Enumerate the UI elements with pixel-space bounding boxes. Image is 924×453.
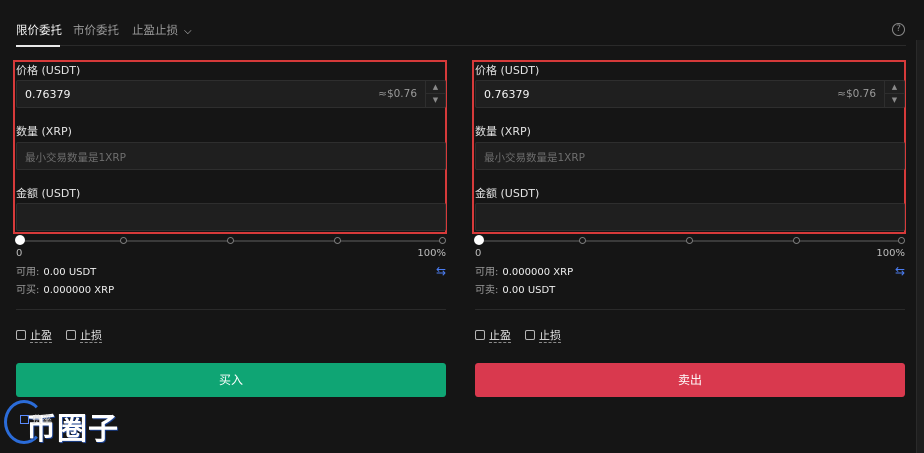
active-tab-indicator bbox=[16, 45, 60, 47]
price-label: 价格 (USDT) bbox=[16, 64, 81, 77]
help-icon[interactable]: ? bbox=[892, 23, 905, 36]
stepper-down-icon[interactable]: ▼ bbox=[885, 94, 904, 107]
chevron-down-icon: ⌵ bbox=[184, 26, 192, 37]
amount-input[interactable]: 最小交易数量是1XRP bbox=[475, 142, 905, 170]
amount-placeholder: 最小交易数量是1XRP bbox=[484, 152, 586, 164]
price-label: 价格 (USDT) bbox=[475, 64, 540, 77]
take-profit-checkbox[interactable]: 止盈 bbox=[475, 327, 511, 343]
sell-button[interactable]: 卖出 bbox=[475, 363, 905, 397]
can-sell-value: 0.00 USDT bbox=[502, 285, 556, 296]
divider bbox=[16, 309, 446, 310]
slider-mark-100[interactable] bbox=[439, 237, 446, 244]
checkbox-icon bbox=[475, 330, 485, 340]
price-approx: ≈$0.76 bbox=[378, 88, 417, 100]
price-input[interactable]: 0.76379 ≈$0.76 ▲ ▼ bbox=[475, 80, 905, 108]
available-balance: 可用: 0.00 USDT bbox=[16, 263, 96, 278]
slider-mark-25[interactable] bbox=[579, 237, 586, 244]
can-buy: 可买: 0.000000 XRP bbox=[16, 281, 114, 296]
scrollbar[interactable] bbox=[916, 40, 924, 453]
slider-max-label: 100% bbox=[876, 248, 905, 259]
can-sell: 可卖: 0.00 USDT bbox=[475, 281, 555, 296]
available-label: 可用: bbox=[475, 267, 499, 278]
available-value: 0.00 USDT bbox=[43, 267, 97, 278]
order-type-tabs: 限价委托 市价委托 止盈止损 ⌵ bbox=[16, 14, 906, 47]
checkbox-icon bbox=[66, 330, 76, 340]
slider-mark-50[interactable] bbox=[686, 237, 693, 244]
fee-link[interactable]: 费率 bbox=[20, 411, 52, 426]
transfer-icon[interactable]: ⇆ bbox=[895, 264, 905, 278]
fee-icon bbox=[20, 415, 29, 424]
take-profit-checkbox[interactable]: 止盈 bbox=[16, 327, 52, 343]
amount-placeholder: 最小交易数量是1XRP bbox=[25, 152, 127, 164]
checkbox-icon bbox=[525, 330, 535, 340]
slider-min-label: 0 bbox=[475, 248, 482, 259]
amount-slider[interactable] bbox=[15, 235, 446, 247]
buy-button[interactable]: 买入 bbox=[16, 363, 446, 397]
amount-slider[interactable] bbox=[474, 235, 905, 247]
available-balance: 可用: 0.000000 XRP bbox=[475, 263, 573, 278]
slider-mark-25[interactable] bbox=[120, 237, 127, 244]
slider-mark-50[interactable] bbox=[227, 237, 234, 244]
price-stepper[interactable]: ▲ ▼ bbox=[884, 81, 904, 107]
fee-label: 费率 bbox=[32, 415, 52, 426]
stepper-up-icon[interactable]: ▲ bbox=[885, 81, 904, 94]
buy-panel: 价格 (USDT) 0.76379 ≈$0.76 ▲ ▼ 数量 (XRP) 最小… bbox=[13, 56, 447, 406]
take-profit-label: 止盈 bbox=[489, 329, 511, 343]
stop-loss-checkbox[interactable]: 止损 bbox=[525, 327, 561, 343]
price-value: 0.76379 bbox=[25, 88, 71, 101]
divider bbox=[475, 309, 905, 310]
slider-min-label: 0 bbox=[16, 248, 23, 259]
price-approx: ≈$0.76 bbox=[837, 88, 876, 100]
can-sell-label: 可卖: bbox=[475, 285, 499, 296]
price-value: 0.76379 bbox=[484, 88, 530, 101]
total-label: 金额 (USDT) bbox=[475, 187, 540, 200]
slider-mark-75[interactable] bbox=[334, 237, 341, 244]
checkbox-icon bbox=[16, 330, 26, 340]
slider-max-label: 100% bbox=[417, 248, 446, 259]
available-value: 0.000000 XRP bbox=[502, 267, 574, 278]
slider-handle[interactable] bbox=[474, 235, 484, 245]
transfer-icon[interactable]: ⇆ bbox=[436, 264, 446, 278]
tab-market-order[interactable]: 市价委托 bbox=[73, 22, 119, 38]
amount-input[interactable]: 最小交易数量是1XRP bbox=[16, 142, 446, 170]
total-input[interactable] bbox=[16, 203, 446, 231]
stepper-down-icon[interactable]: ▼ bbox=[426, 94, 445, 107]
amount-label: 数量 (XRP) bbox=[475, 125, 531, 138]
stop-loss-label: 止损 bbox=[80, 329, 102, 343]
slider-mark-100[interactable] bbox=[898, 237, 905, 244]
tab-tp-sl[interactable]: 止盈止损 ⌵ bbox=[132, 22, 192, 38]
stop-loss-label: 止损 bbox=[539, 329, 561, 343]
total-input[interactable] bbox=[475, 203, 905, 231]
slider-handle[interactable] bbox=[15, 235, 25, 245]
can-buy-value: 0.000000 XRP bbox=[43, 285, 115, 296]
amount-label: 数量 (XRP) bbox=[16, 125, 72, 138]
price-stepper[interactable]: ▲ ▼ bbox=[425, 81, 445, 107]
available-label: 可用: bbox=[16, 267, 40, 278]
stop-loss-checkbox[interactable]: 止损 bbox=[66, 327, 102, 343]
slider-mark-75[interactable] bbox=[793, 237, 800, 244]
total-label: 金额 (USDT) bbox=[16, 187, 81, 200]
tab-limit-order[interactable]: 限价委托 bbox=[16, 22, 62, 38]
price-input[interactable]: 0.76379 ≈$0.76 ▲ ▼ bbox=[16, 80, 446, 108]
can-buy-label: 可买: bbox=[16, 285, 40, 296]
stepper-up-icon[interactable]: ▲ bbox=[426, 81, 445, 94]
sell-panel: 价格 (USDT) 0.76379 ≈$0.76 ▲ ▼ 数量 (XRP) 最小… bbox=[472, 56, 906, 406]
tab-tp-sl-label: 止盈止损 bbox=[132, 23, 178, 37]
take-profit-label: 止盈 bbox=[30, 329, 52, 343]
